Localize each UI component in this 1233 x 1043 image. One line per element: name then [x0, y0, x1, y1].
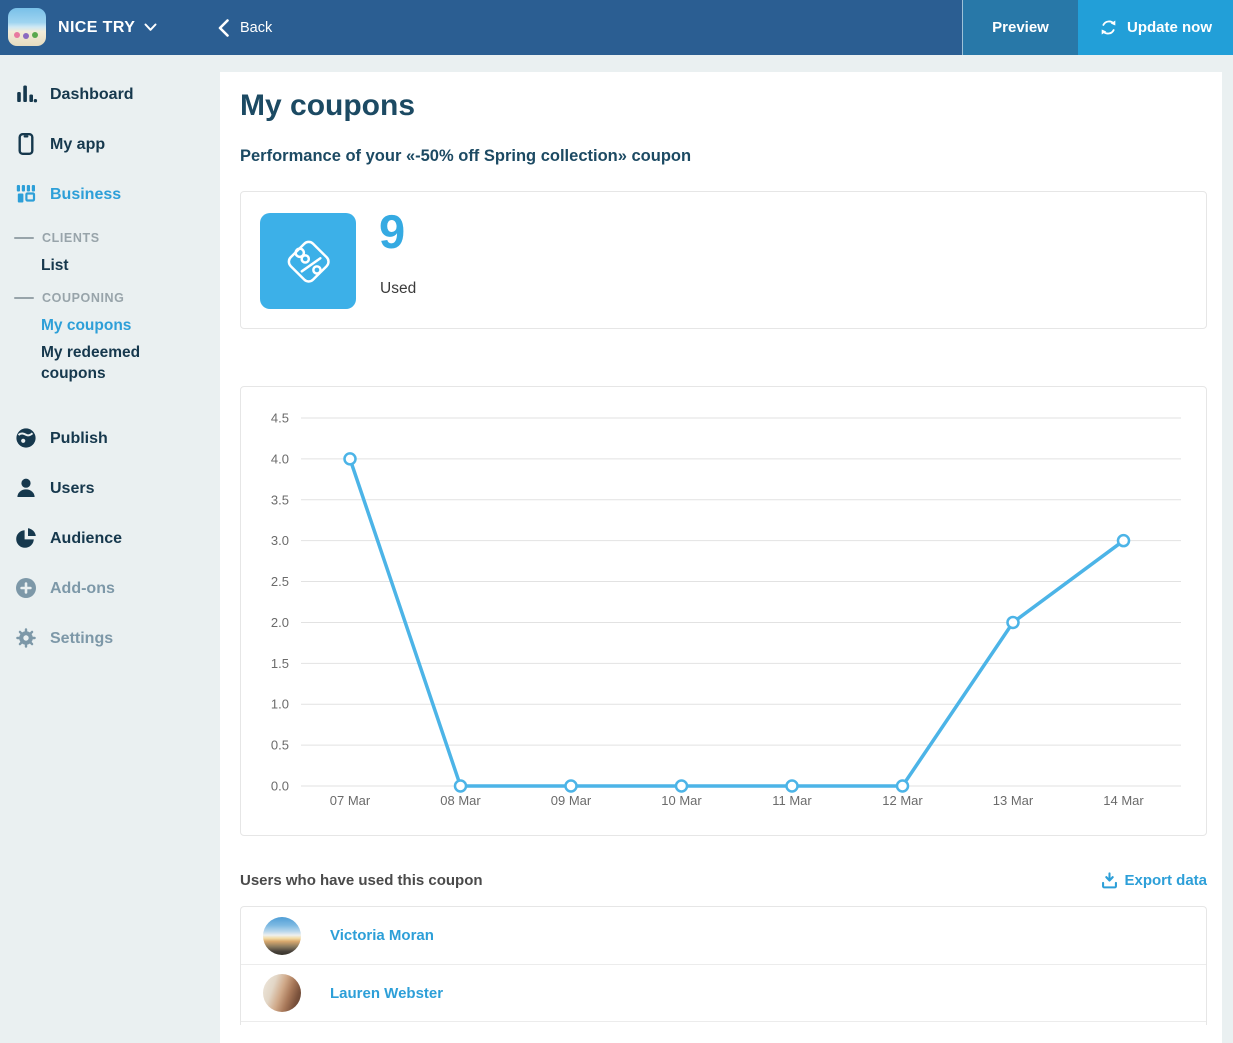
users-heading: Users who have used this coupon: [240, 872, 483, 889]
line-chart: 0.0 0.5 1.0 1.5 2.0 2.5 3.0 3.5 4.0 4.5 07 Mar 08 M…: [241, 387, 1206, 835]
page-subtitle: Performance of your «-50% off Spring col…: [240, 147, 1207, 166]
user-name-link[interactable]: Victoria Moran: [330, 927, 434, 944]
topbar: NICE TRY Back Preview Update now: [0, 0, 1233, 55]
svg-text:2.0: 2.0: [271, 615, 289, 630]
sidebar-item-publish[interactable]: Publish: [0, 413, 220, 463]
sidebar-item-label: Publish: [50, 428, 108, 449]
back-label: Back: [240, 20, 272, 36]
refresh-icon: [1099, 18, 1118, 37]
svg-text:12 Mar: 12 Mar: [882, 793, 923, 808]
update-now-button[interactable]: Update now: [1078, 0, 1233, 55]
bar-chart-icon: [13, 82, 38, 107]
sidebar-item-label: List: [41, 255, 69, 276]
sidebar-item-label: Settings: [50, 628, 113, 649]
dash-icon: [14, 237, 34, 239]
sidebar-item-label: Dashboard: [50, 84, 134, 105]
user-row[interactable]: Victoria Moran: [241, 907, 1206, 964]
sidebar-item-label: Users: [50, 478, 94, 499]
plus-circle-icon: [13, 576, 38, 601]
sidebar-item-business[interactable]: Business: [0, 169, 220, 219]
svg-text:1.0: 1.0: [271, 697, 289, 712]
export-data-label: Export data: [1124, 872, 1207, 889]
user-icon: [13, 476, 38, 501]
svg-text:4.5: 4.5: [271, 411, 289, 426]
sidebar-group-label: COUPONING: [42, 291, 125, 305]
coupon-tag-icon: [260, 213, 356, 309]
svg-text:09 Mar: 09 Mar: [551, 793, 592, 808]
chevron-down-icon: [144, 23, 157, 32]
sidebar-item-label: My coupons: [41, 315, 131, 336]
sidebar-group-couponing: COUPONING: [0, 285, 220, 311]
pie-chart-icon: [13, 526, 38, 551]
svg-text:08 Mar: 08 Mar: [440, 793, 481, 808]
sidebar-item-add-ons[interactable]: Add-ons: [0, 563, 220, 613]
users-section-header: Users who have used this coupon Export d…: [240, 872, 1207, 889]
sidebar-item-my-redeemed-coupons[interactable]: My redeemed coupons: [0, 339, 220, 387]
svg-text:10 Mar: 10 Mar: [661, 793, 702, 808]
sidebar-group-clients: CLIENTS: [0, 225, 220, 251]
avatar: [263, 917, 301, 955]
sidebar-item-label: Add-ons: [50, 578, 115, 599]
sidebar-group-label: CLIENTS: [42, 231, 100, 245]
sidebar-item-settings[interactable]: Settings: [0, 613, 220, 663]
export-data-link[interactable]: Export data: [1101, 872, 1207, 889]
download-icon: [1101, 872, 1118, 889]
svg-text:14 Mar: 14 Mar: [1103, 793, 1144, 808]
user-name-link[interactable]: Lauren Webster: [330, 985, 443, 1002]
user-row[interactable]: Lauren Webster: [241, 964, 1206, 1021]
sidebar-item-label: Business: [50, 184, 121, 205]
used-count-value: 9: [379, 204, 405, 259]
smartphone-icon: [13, 132, 38, 157]
app-logo[interactable]: [8, 8, 46, 46]
content-panel: My coupons Performance of your «-50% off…: [220, 72, 1222, 1043]
gear-icon: [13, 626, 38, 651]
sidebar-item-audience[interactable]: Audience: [0, 513, 220, 563]
svg-text:3.0: 3.0: [271, 533, 289, 548]
main-area: My coupons Performance of your «-50% off…: [220, 55, 1233, 1043]
sidebar-item-my-coupons[interactable]: My coupons: [0, 311, 220, 339]
svg-text:0.0: 0.0: [271, 779, 289, 794]
preview-button[interactable]: Preview: [962, 0, 1078, 55]
svg-text:3.5: 3.5: [271, 492, 289, 507]
coupon-stat-card: 9 Used: [240, 191, 1207, 329]
svg-text:1.5: 1.5: [271, 656, 289, 671]
sidebar-item-label: My app: [50, 134, 105, 155]
sidebar: Dashboard My app Business CLIENTS: [0, 55, 220, 1043]
svg-text:11 Mar: 11 Mar: [772, 793, 812, 808]
users-list: Victoria Moran Lauren Webster: [240, 906, 1207, 1025]
svg-text:4.0: 4.0: [271, 451, 289, 466]
sidebar-item-label: My redeemed coupons: [41, 342, 181, 384]
used-count-label: Used: [380, 280, 416, 298]
update-now-label: Update now: [1127, 19, 1212, 36]
svg-text:0.5: 0.5: [271, 738, 289, 753]
chevron-left-icon: [218, 19, 229, 37]
sidebar-item-my-app[interactable]: My app: [0, 119, 220, 169]
page-title: My coupons: [240, 89, 1207, 123]
svg-text:07 Mar: 07 Mar: [330, 793, 371, 808]
svg-text:13 Mar: 13 Mar: [993, 793, 1034, 808]
app-switcher[interactable]: NICE TRY: [58, 0, 157, 55]
svg-text:2.5: 2.5: [271, 574, 289, 589]
sidebar-item-list[interactable]: List: [0, 251, 220, 279]
sidebar-item-users[interactable]: Users: [0, 463, 220, 513]
storefront-icon: [13, 182, 38, 207]
usage-chart-card: 0.0 0.5 1.0 1.5 2.0 2.5 3.0 3.5 4.0 4.5 07 Mar 08 M…: [240, 386, 1207, 836]
sidebar-item-label: Audience: [50, 528, 122, 549]
preview-label: Preview: [992, 19, 1049, 36]
app-name: NICE TRY: [58, 19, 135, 37]
back-button[interactable]: Back: [218, 0, 272, 55]
globe-icon: [13, 426, 38, 451]
dash-icon: [14, 297, 34, 299]
avatar: [263, 974, 301, 1012]
sidebar-item-dashboard[interactable]: Dashboard: [0, 69, 220, 119]
user-row-partial: [241, 1021, 1206, 1025]
